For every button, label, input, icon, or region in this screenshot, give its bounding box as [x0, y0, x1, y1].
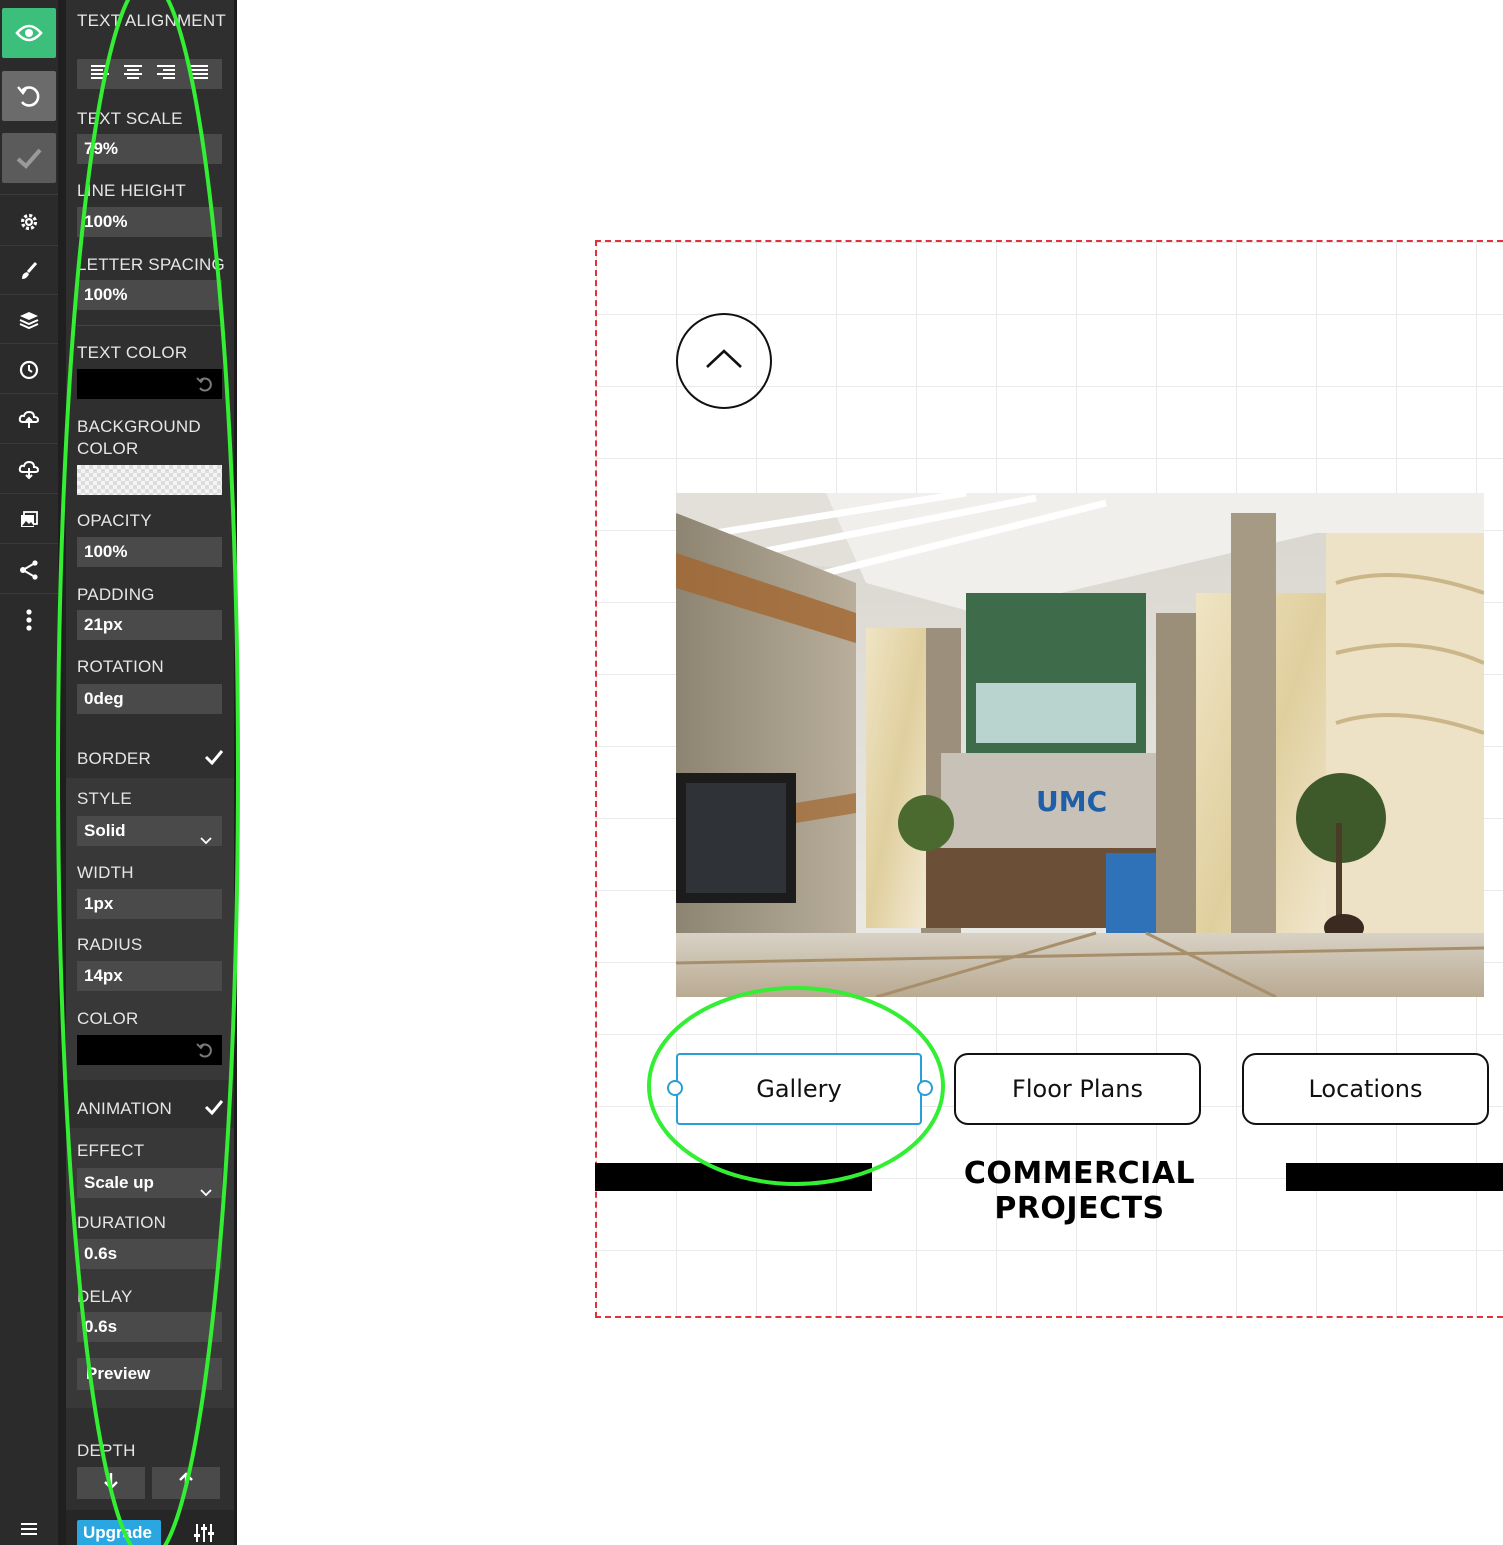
upgrade-button[interactable]: Upgrade — [77, 1520, 161, 1545]
eye-icon[interactable] — [2, 8, 56, 58]
duration-label: DURATION — [77, 1213, 167, 1232]
padding-label: PADDING — [77, 585, 155, 604]
border-width-label: WIDTH — [77, 863, 134, 882]
delay-input[interactable]: 0.6s — [77, 1312, 222, 1342]
text-alignment-group — [77, 59, 222, 89]
resize-handle-left[interactable] — [667, 1080, 683, 1096]
opacity-label: OPACITY — [77, 511, 152, 530]
opacity-input[interactable]: 100% — [77, 537, 222, 567]
heading-bar-left — [595, 1163, 872, 1191]
border-section: STYLE Solid WIDTH 1px RADIUS 14px COLOR — [66, 778, 234, 1080]
clock-icon[interactable] — [0, 346, 58, 394]
resize-handle-right[interactable] — [917, 1080, 933, 1096]
align-left-icon[interactable] — [90, 64, 109, 85]
depth-down-button[interactable] — [77, 1467, 145, 1499]
design-canvas[interactable]: UMC Gallery Floor Plans Locations COMMER… — [595, 240, 1503, 1318]
depth-label: DEPTH — [77, 1441, 136, 1460]
lobby-photo[interactable]: UMC — [676, 493, 1484, 997]
border-color-swatch[interactable] — [77, 1035, 222, 1065]
arrow-up-icon — [179, 1471, 193, 1495]
effect-label: EFFECT — [77, 1141, 145, 1160]
cloud-upload-icon[interactable] — [0, 396, 58, 444]
line-height-label: LINE HEIGHT — [77, 181, 186, 200]
sliders-icon[interactable] — [193, 1522, 215, 1544]
menu-icon[interactable] — [0, 1512, 58, 1545]
border-radius-label: RADIUS — [77, 935, 143, 954]
text-scale-label: TEXT SCALE — [77, 109, 183, 128]
align-center-icon[interactable] — [123, 64, 142, 85]
locations-button-label: Locations — [1308, 1075, 1423, 1103]
border-width-input[interactable]: 1px — [77, 889, 222, 919]
border-style-label: STYLE — [77, 789, 132, 808]
chevron-up-icon — [704, 348, 744, 375]
image-icon[interactable] — [0, 496, 58, 544]
svg-text:UMC: UMC — [1036, 785, 1107, 818]
animation-section-header[interactable]: ANIMATION — [66, 1088, 234, 1128]
border-radius-input[interactable]: 14px — [77, 961, 222, 991]
check-icon[interactable] — [2, 133, 56, 183]
border-section-header[interactable]: BORDER — [66, 738, 234, 778]
line-height-input[interactable]: 100% — [77, 207, 222, 237]
align-right-icon[interactable] — [157, 64, 176, 85]
letter-spacing-label: LETTER SPACING — [77, 255, 225, 274]
chevron-down-icon — [200, 1177, 212, 1207]
effect-select[interactable]: Scale up — [77, 1168, 222, 1198]
reset-color-icon[interactable] — [196, 375, 214, 398]
duration-input[interactable]: 0.6s — [77, 1239, 222, 1269]
text-color-swatch[interactable] — [77, 369, 222, 399]
text-color-label: TEXT COLOR — [77, 343, 188, 362]
gallery-button[interactable]: Gallery — [676, 1053, 922, 1125]
layers-icon[interactable] — [0, 296, 58, 344]
gallery-button-label: Gallery — [756, 1075, 842, 1103]
more-icon[interactable] — [0, 596, 58, 644]
floor-plans-button[interactable]: Floor Plans — [954, 1053, 1201, 1125]
border-style-value: Solid — [84, 821, 126, 840]
rail-divider — [0, 194, 58, 195]
arrow-down-icon — [104, 1472, 118, 1495]
border-enabled-check-icon[interactable] — [204, 749, 224, 770]
reset-color-icon[interactable] — [196, 1041, 214, 1064]
chevron-down-icon — [200, 825, 212, 855]
effect-value: Scale up — [84, 1173, 154, 1192]
rail-panel-divider — [58, 0, 66, 1545]
panel-edge — [234, 0, 237, 1545]
undo-icon[interactable] — [2, 71, 56, 121]
background-color-swatch[interactable] — [77, 465, 222, 495]
background-color-label: BACKGROUND COLOR — [77, 417, 201, 458]
rotation-label: ROTATION — [77, 657, 164, 676]
border-color-label: COLOR — [77, 1009, 139, 1028]
floor-plans-button-label: Floor Plans — [1012, 1075, 1143, 1103]
locations-button[interactable]: Locations — [1242, 1053, 1489, 1125]
border-style-select[interactable]: Solid — [77, 816, 222, 846]
properties-panel: TEXT ALIGNMENT TEXT SCALE 79% LINE HEIGH… — [66, 0, 234, 1545]
share-icon[interactable] — [0, 546, 58, 594]
text-alignment-label: TEXT ALIGNMENT — [77, 11, 226, 30]
icon-rail — [0, 0, 58, 1545]
section-heading: COMMERCIAL PROJECTS — [963, 1156, 1196, 1226]
heading-bar-right — [1286, 1163, 1503, 1191]
text-scale-input[interactable]: 79% — [77, 134, 222, 164]
letter-spacing-input[interactable]: 100% — [77, 280, 222, 310]
panel-divider — [77, 325, 222, 326]
align-justify-icon[interactable] — [190, 64, 209, 85]
depth-up-button[interactable] — [152, 1467, 220, 1499]
gear-icon[interactable] — [0, 198, 58, 246]
scroll-up-button[interactable] — [676, 313, 772, 409]
cloud-download-icon[interactable] — [0, 446, 58, 494]
delay-label: DELAY — [77, 1287, 133, 1306]
brush-icon[interactable] — [0, 247, 58, 295]
padding-input[interactable]: 21px — [77, 610, 222, 640]
preview-button[interactable]: Preview — [77, 1358, 222, 1390]
rotation-input[interactable]: 0deg — [77, 684, 222, 714]
animation-enabled-check-icon[interactable] — [204, 1099, 224, 1120]
